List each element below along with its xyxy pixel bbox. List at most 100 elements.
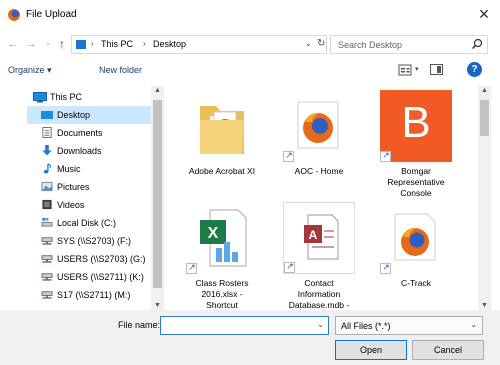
sidebar-item-sys-drive[interactable]: SYS (\\S2703) (F:) — [27, 232, 151, 250]
sidebar-item-label: SYS (\\S2703) (F:) — [57, 236, 132, 246]
refresh-icon[interactable]: ↻ — [317, 38, 325, 49]
forward-button[interactable]: → — [25, 38, 37, 50]
sidebar-item-label: Documents — [57, 128, 103, 138]
firefox-icon — [297, 101, 339, 149]
videos-icon — [42, 199, 52, 210]
search-icon[interactable] — [471, 38, 483, 50]
file-list-scrollbar[interactable]: ▲ ▼ — [478, 86, 491, 310]
access-icon: A — [304, 214, 339, 260]
navigation-pane-scrollbar[interactable]: ▲ ▼ — [151, 86, 164, 310]
file-name-input[interactable]: ⌄ — [160, 316, 329, 335]
network-drive-icon — [41, 237, 53, 245]
search-input[interactable]: Search Desktop — [338, 40, 402, 50]
view-options-icon[interactable] — [398, 64, 412, 76]
file-item-label: C-Track — [401, 278, 431, 288]
pictures-icon — [41, 181, 53, 192]
sidebar-item-pictures[interactable]: Pictures — [27, 178, 151, 196]
downloads-icon — [42, 145, 52, 156]
view-dropdown-icon[interactable]: ▾ — [415, 65, 419, 73]
back-button[interactable]: ← — [7, 38, 19, 50]
address-bar[interactable]: › This PC › Desktop ⌄ ↻ — [71, 35, 327, 54]
scrollbar-thumb[interactable] — [153, 100, 162, 288]
new-folder-button[interactable]: New folder — [99, 65, 142, 75]
file-item-label: Contact Information Database.mdb - — [288, 278, 350, 310]
breadcrumb-chevron-icon[interactable]: › — [91, 39, 94, 48]
file-list: Adobe Acrobat XI AOC - Home B Bomgar Rep… — [168, 86, 478, 310]
firefox-icon — [394, 213, 436, 261]
shortcut-arrow-icon — [284, 261, 295, 273]
sidebar-item-label: Local Disk (C:) — [57, 218, 117, 228]
scroll-down-icon[interactable]: ▼ — [151, 302, 164, 309]
scroll-up-icon[interactable]: ▲ — [478, 87, 491, 94]
file-item-c-track[interactable]: C-Track — [370, 200, 460, 310]
file-item-label: Adobe Acrobat XI — [188, 166, 256, 176]
scroll-down-icon[interactable]: ▼ — [478, 302, 491, 309]
sidebar-item-videos[interactable]: Videos — [27, 196, 151, 214]
sidebar-item-users-g-drive[interactable]: USERS (\\S2703) (G:) — [27, 250, 151, 268]
file-item-adobe-acrobat[interactable]: Adobe Acrobat XI — [176, 88, 266, 200]
file-type-dropdown-icon[interactable]: ⌄ — [470, 320, 477, 329]
sidebar-item-music[interactable]: Music — [27, 160, 151, 178]
pc-icon — [33, 92, 47, 103]
organize-button[interactable]: Organize ▾ — [8, 65, 52, 76]
sidebar-item-label: Pictures — [57, 182, 90, 192]
sidebar-item-label: USERS (\\S2703) (G:) — [57, 254, 146, 264]
sidebar-item-label: This PC — [50, 92, 83, 102]
file-name-label: File name: — [118, 320, 161, 330]
command-toolbar: Organize ▾ New folder ▾ ? — [0, 58, 500, 84]
breadcrumb-this-pc[interactable]: This PC — [101, 39, 133, 49]
up-button[interactable]: ↑ — [56, 38, 68, 50]
file-thumbnail: A — [283, 202, 355, 274]
dialog-footer: File name: ⌄ All Files (*.*) ⌄ Open Canc… — [0, 310, 500, 365]
help-icon[interactable]: ? — [467, 62, 482, 77]
sidebar-item-local-disk[interactable]: Local Disk (C:) — [27, 214, 151, 232]
sidebar-item-label: Downloads — [57, 146, 102, 156]
music-icon — [43, 163, 52, 174]
file-item-label: Class Rosters 2016.xlsx - Shortcut — [195, 278, 249, 310]
open-button[interactable]: Open — [335, 340, 407, 360]
sidebar-item-label: Desktop — [57, 110, 91, 120]
documents-icon — [42, 127, 52, 138]
disk-icon — [41, 217, 53, 227]
file-item-bomgar-console[interactable]: B Bomgar Representative Console — [370, 88, 460, 200]
cancel-button[interactable]: Cancel — [412, 340, 484, 360]
search-box[interactable]: Search Desktop — [330, 35, 488, 54]
preview-pane-icon[interactable] — [430, 64, 443, 75]
file-thumbnail — [283, 90, 355, 162]
file-item-contact-database[interactable]: A Contact Information Database.mdb - — [273, 200, 363, 310]
file-thumbnail: X — [186, 202, 258, 274]
svg-text:X: X — [208, 225, 219, 242]
folder-icon — [76, 40, 86, 49]
scrollbar-thumb[interactable] — [480, 100, 489, 136]
file-item-label: AOC - Home — [294, 166, 344, 176]
shortcut-arrow-icon — [380, 150, 391, 162]
recent-locations-button[interactable]: ⌄ — [42, 38, 54, 50]
breadcrumb-desktop[interactable]: Desktop — [153, 39, 186, 49]
file-type-select[interactable]: All Files (*.*) ⌄ — [335, 316, 483, 335]
close-button[interactable]: ✕ — [476, 6, 492, 22]
network-drive-icon — [41, 255, 53, 263]
desktop-icon — [41, 111, 53, 119]
sidebar-item-label: Music — [57, 164, 81, 174]
sidebar-item-this-pc[interactable]: This PC — [27, 88, 151, 106]
sidebar-item-label: S17 (\\S2711) (M:) — [57, 290, 131, 300]
file-item-aoc-home[interactable]: AOC - Home — [273, 88, 363, 200]
file-item-class-rosters[interactable]: X Class Rosters 2016.xlsx - Shortcut — [176, 200, 266, 310]
breadcrumb-chevron-icon[interactable]: › — [143, 39, 146, 48]
firefox-app-icon — [8, 9, 20, 21]
sidebar-item-s17-drive[interactable]: S17 (\\S2711) (M:) — [27, 286, 151, 304]
sidebar-item-desktop[interactable]: Desktop — [27, 106, 151, 124]
address-dropdown-icon[interactable]: ⌄ — [305, 39, 312, 48]
sidebar-item-downloads[interactable]: Downloads — [27, 142, 151, 160]
sidebar-item-users-k-drive[interactable]: USERS (\\S2711) (K:) — [27, 268, 151, 286]
file-item-label: Bomgar Representative Console — [387, 166, 445, 198]
sidebar-item-documents[interactable]: Documents — [27, 124, 151, 142]
network-drive-icon — [41, 273, 53, 281]
navigation-pane: This PC Desktop Documents Downloads Musi… — [27, 86, 164, 310]
folder-icon — [200, 106, 244, 154]
scroll-up-icon[interactable]: ▲ — [151, 87, 164, 94]
shortcut-arrow-icon — [283, 150, 294, 162]
bomgar-icon: B — [380, 90, 452, 162]
svg-text:A: A — [309, 228, 318, 242]
file-name-dropdown-icon[interactable]: ⌄ — [317, 320, 324, 329]
